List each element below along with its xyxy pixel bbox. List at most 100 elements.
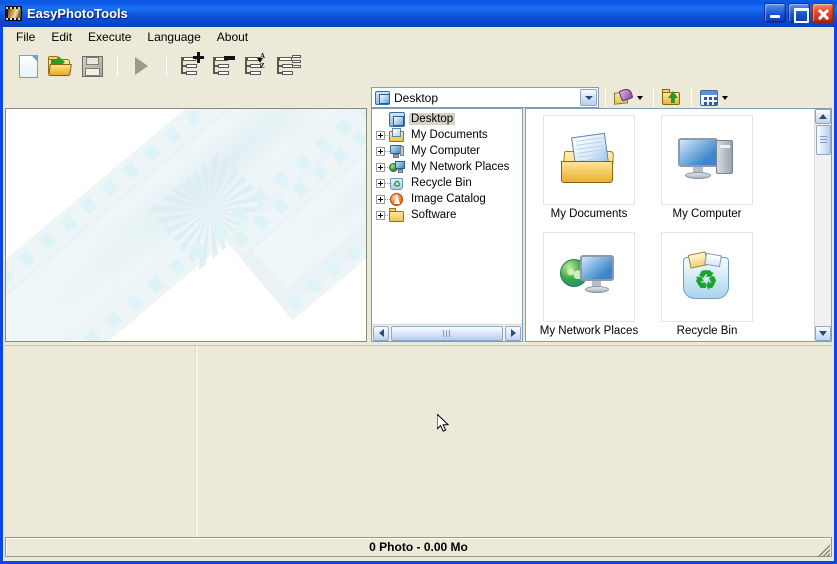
tree-item-label: My Computer	[411, 145, 481, 157]
file-browser: Desktop Desktop My Documents My Computer…	[371, 85, 832, 342]
list-item[interactable]: My Computer	[652, 115, 762, 232]
tree-item-label: My Network Places	[411, 161, 510, 173]
add-to-list-button[interactable]	[175, 51, 205, 81]
list-sort-az-icon: AZ	[242, 52, 266, 77]
tree-item-image-catalog[interactable]: Image Catalog	[376, 191, 522, 207]
chevron-down-icon	[584, 95, 593, 100]
list-vertical-scrollbar[interactable]	[814, 109, 831, 341]
tree-item-desktop[interactable]: Desktop	[376, 111, 522, 127]
toolbar-separator-1	[117, 55, 118, 77]
file-thumbnail	[543, 232, 635, 322]
tree-item-my-network-places[interactable]: My Network Places	[376, 159, 522, 175]
recycle-bin-icon: ♻	[681, 251, 733, 301]
menu-item-execute[interactable]: Execute	[82, 29, 139, 47]
scroll-up-button[interactable]	[815, 109, 831, 124]
address-separator-1	[605, 88, 606, 107]
minimize-button[interactable]	[764, 3, 786, 23]
tree-horizontal-scrollbar[interactable]	[372, 324, 522, 341]
maximize-button[interactable]	[788, 3, 810, 23]
photo-preview-pane[interactable]	[5, 108, 367, 342]
filmstrip-icon	[5, 6, 22, 21]
save-disk-icon	[81, 55, 103, 77]
address-separator-2	[653, 88, 654, 107]
scroll-left-button[interactable]	[373, 325, 389, 341]
tree-item-label: Recycle Bin	[411, 177, 472, 189]
address-value: Desktop	[394, 90, 439, 105]
recycle-bin-icon: ♻	[389, 176, 405, 191]
address-combo[interactable]: Desktop	[371, 87, 599, 108]
organize-button[interactable]	[612, 87, 645, 109]
list-item-label: My Computer	[672, 208, 742, 220]
window-title: EasyPhotoTools	[27, 6, 128, 21]
my-computer-icon	[678, 136, 736, 184]
file-list: My Documents My Computer My Network Plac…	[526, 109, 814, 341]
folder-icon	[389, 207, 405, 223]
expand-icon[interactable]	[376, 130, 385, 140]
file-thumbnail	[543, 115, 635, 205]
application-window: EasyPhotoTools File Edit Execute Languag…	[0, 0, 837, 564]
desktop-icon	[389, 111, 405, 127]
edit-list-button[interactable]	[271, 51, 301, 81]
save-button[interactable]	[77, 51, 107, 81]
folder-tree-panel[interactable]: Desktop My Documents My Computer My Netw…	[371, 108, 523, 342]
photo-work-area[interactable]	[5, 345, 832, 542]
play-icon	[134, 57, 148, 75]
expand-icon[interactable]	[376, 194, 385, 204]
tree-item-label: Image Catalog	[411, 193, 486, 205]
address-separator-3	[691, 88, 692, 107]
list-add-icon	[178, 52, 204, 77]
tree-item-recycle-bin[interactable]: ♻ Recycle Bin	[376, 175, 522, 191]
chevron-down-icon[interactable]	[722, 95, 728, 100]
list-item-label: Recycle Bin	[676, 325, 738, 337]
scrollbar-thumb[interactable]	[815, 125, 831, 155]
tree-item-label: Software	[411, 209, 457, 221]
remove-from-list-button[interactable]	[207, 51, 237, 81]
scrollbar-thumb[interactable]	[391, 325, 503, 341]
expand-icon[interactable]	[376, 178, 385, 188]
scroll-right-button[interactable]	[505, 325, 521, 341]
tree-item-label: My Documents	[411, 129, 488, 141]
execute-button[interactable]	[126, 51, 156, 81]
expand-icon[interactable]	[376, 162, 385, 172]
tree-item-software[interactable]: Software	[376, 207, 522, 223]
new-document-icon	[18, 54, 38, 78]
title-bar[interactable]: EasyPhotoTools	[0, 0, 837, 27]
views-button[interactable]	[698, 87, 730, 109]
list-item-label: My Documents	[550, 208, 628, 220]
expand-icon[interactable]	[376, 146, 385, 156]
menu-item-language[interactable]: Language	[141, 29, 208, 47]
list-item[interactable]: My Documents	[534, 115, 644, 232]
image-catalog-icon	[389, 192, 405, 207]
expand-icon[interactable]	[376, 210, 385, 220]
my-computer-icon	[389, 144, 405, 159]
work-area-divider[interactable]	[195, 346, 198, 542]
toolbar-separator-2	[166, 55, 167, 77]
list-item[interactable]: ♻ Recycle Bin	[652, 232, 762, 341]
list-item[interactable]: My Network Places	[534, 232, 644, 341]
list-item-label: My Network Places	[539, 325, 639, 337]
resize-grip[interactable]	[816, 543, 830, 557]
new-document-button[interactable]	[13, 51, 43, 81]
address-toolbar: Desktop	[371, 85, 832, 110]
tree-item-label: Desktop	[409, 113, 456, 125]
file-list-panel[interactable]: My Documents My Computer My Network Plac…	[525, 108, 832, 342]
chevron-down-icon[interactable]	[637, 95, 643, 100]
address-dropdown-button[interactable]	[580, 89, 597, 106]
tree-item-my-computer[interactable]: My Computer	[376, 143, 522, 159]
close-button[interactable]	[812, 3, 834, 23]
tree-item-my-documents[interactable]: My Documents	[376, 127, 522, 143]
folder-tree: Desktop My Documents My Computer My Netw…	[372, 109, 522, 324]
network-places-icon	[560, 253, 618, 301]
scroll-down-button[interactable]	[815, 326, 831, 341]
menu-item-file[interactable]: File	[10, 29, 43, 47]
sort-list-button[interactable]: AZ	[239, 51, 269, 81]
open-folder-button[interactable]	[45, 51, 75, 81]
status-bar: 0 Photo - 0.00 Mo	[5, 537, 832, 557]
status-text: 0 Photo - 0.00 Mo	[369, 540, 468, 554]
upper-region: Desktop Desktop My Documents My Computer…	[5, 85, 832, 343]
menu-item-about[interactable]: About	[211, 29, 256, 47]
mouse-cursor	[437, 414, 449, 432]
menu-item-edit[interactable]: Edit	[45, 29, 80, 47]
up-one-level-button[interactable]	[660, 87, 683, 109]
network-places-icon	[389, 160, 405, 175]
